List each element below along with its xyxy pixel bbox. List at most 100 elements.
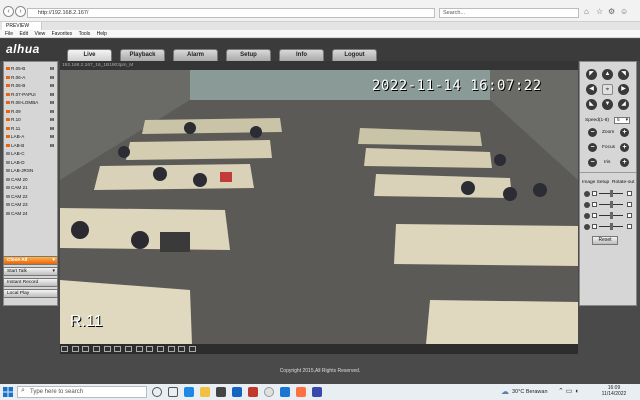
layout-8-icon[interactable] xyxy=(93,346,101,352)
ptz-up-right-icon[interactable]: ◥ xyxy=(618,69,629,80)
camera-list-item[interactable]: R.06-B M xyxy=(4,82,57,91)
layout-1-icon[interactable] xyxy=(71,346,79,352)
plus-icon[interactable] xyxy=(627,224,632,229)
camera-list-item[interactable]: R.08-LOMBA M xyxy=(4,99,57,108)
camera-list-item[interactable]: LAB-A M xyxy=(4,133,57,142)
camera-list-item[interactable]: LAB-D xyxy=(4,159,57,168)
store-icon[interactable] xyxy=(216,387,226,397)
contrast-slider[interactable] xyxy=(584,201,634,209)
camera-list-item[interactable]: CAM 23 xyxy=(4,201,57,210)
tab-live[interactable]: Live xyxy=(67,49,112,61)
tab-logout[interactable]: Logout xyxy=(332,49,377,61)
menu-tools[interactable]: Tools xyxy=(79,30,91,38)
camera-list-item[interactable]: LAB-C xyxy=(4,150,57,159)
ptz-left-icon[interactable]: ◀ xyxy=(586,84,597,95)
minus-icon[interactable] xyxy=(592,191,597,196)
menu-file[interactable]: File xyxy=(5,30,13,38)
camera-stream-flag[interactable]: M xyxy=(50,142,54,151)
ptz-down-left-icon[interactable]: ◣ xyxy=(586,99,597,110)
camera-stream-flag[interactable]: M xyxy=(50,133,54,142)
menu-help[interactable]: Help xyxy=(97,30,107,38)
start-talk-button[interactable]: Start Talk ▾ xyxy=(3,267,58,276)
windows-start-icon[interactable] xyxy=(3,387,13,397)
camera-list-item[interactable]: R.06-A M xyxy=(4,74,57,83)
settings-gear-icon[interactable]: ⚙ xyxy=(608,7,615,16)
camera-stream-flag[interactable]: M xyxy=(50,108,54,117)
camera-list-item[interactable]: R.05-B M xyxy=(4,65,57,74)
chevron-down-icon[interactable]: ▾ xyxy=(52,257,55,264)
saturation-slider[interactable] xyxy=(584,212,634,220)
camera-stream-flag[interactable]: M xyxy=(50,65,54,74)
rotate-label[interactable]: Rotate-out xyxy=(612,180,634,185)
address-bar[interactable]: http://192.168.2.167/ xyxy=(27,8,435,18)
prev-page-icon[interactable] xyxy=(167,346,175,352)
smiley-icon[interactable]: ☺ xyxy=(620,7,628,16)
camera-list-item[interactable]: R.07-PAPUI M xyxy=(4,91,57,100)
plus-icon[interactable] xyxy=(627,213,632,218)
slider-knob[interactable] xyxy=(610,201,613,208)
camera-stream-flag[interactable]: M xyxy=(50,82,54,91)
minus-icon[interactable] xyxy=(592,213,597,218)
minus-icon[interactable] xyxy=(592,224,597,229)
ptz-down-right-icon[interactable]: ◢ xyxy=(618,99,629,110)
close-all-button[interactable]: Close All ▾ xyxy=(3,256,58,265)
taskbar-clock[interactable]: 16:09 11/14/2022 xyxy=(594,385,634,397)
app3-icon[interactable] xyxy=(312,387,322,397)
zoom-in-button[interactable]: + xyxy=(620,128,629,137)
ie-icon[interactable] xyxy=(280,387,290,397)
app2-icon[interactable] xyxy=(296,387,306,397)
chrome-icon[interactable] xyxy=(264,387,274,397)
record-icon[interactable] xyxy=(157,346,165,352)
system-tray-icons[interactable]: ⌃ ▭ ◖ xyxy=(558,387,579,395)
layout-36-icon[interactable] xyxy=(135,346,143,352)
slider-knob[interactable] xyxy=(610,223,613,230)
camera-stream-flag[interactable]: M xyxy=(50,91,54,100)
menu-edit[interactable]: Edit xyxy=(19,30,28,38)
hue-slider[interactable] xyxy=(584,223,634,231)
ptz-up-left-icon[interactable]: ◤ xyxy=(586,69,597,80)
zoom-out-button[interactable]: − xyxy=(588,128,597,137)
camera-stream-flag[interactable]: M xyxy=(50,99,54,108)
stream-icon[interactable] xyxy=(189,346,197,352)
layout-9-icon[interactable] xyxy=(103,346,111,352)
browser-search-input[interactable]: Search... xyxy=(439,8,579,18)
speed-select[interactable]: 5 ▾ xyxy=(614,117,630,124)
ptz-center-icon[interactable]: ⌖ xyxy=(602,84,613,95)
edge-icon[interactable] xyxy=(184,387,194,397)
menu-view[interactable]: View xyxy=(34,30,45,38)
reset-button[interactable]: Reset xyxy=(592,236,618,245)
forward-icon[interactable]: › xyxy=(15,6,26,17)
focus-plus-button[interactable]: + xyxy=(620,143,629,152)
home-icon[interactable]: ⌂ xyxy=(584,7,589,16)
brightness-slider[interactable] xyxy=(584,190,634,198)
camera-list-item[interactable]: R.09 M xyxy=(4,108,57,117)
tab-playback[interactable]: Playback xyxy=(120,49,165,61)
camera-list-item[interactable]: CAM 20 xyxy=(4,176,57,185)
camera-stream-flag[interactable]: M xyxy=(50,125,54,134)
plus-icon[interactable] xyxy=(627,202,632,207)
file-explorer-icon[interactable] xyxy=(200,387,210,397)
focus-minus-button[interactable]: − xyxy=(588,143,597,152)
back-icon[interactable]: ‹ xyxy=(3,6,14,17)
camera-stream-flag[interactable]: M xyxy=(50,74,54,83)
plus-icon[interactable] xyxy=(627,191,632,196)
favorites-star-icon[interactable]: ☆ xyxy=(596,7,603,16)
slider-knob[interactable] xyxy=(610,190,613,197)
camera-list-item[interactable]: R.10 M xyxy=(4,116,57,125)
ptz-up-icon[interactable]: ▲ xyxy=(602,69,613,80)
fullscreen-icon[interactable] xyxy=(61,346,68,352)
camera-list-item[interactable]: LAB-B M xyxy=(4,142,57,151)
camera-list-item[interactable]: CAM 22 xyxy=(4,193,57,202)
slider-knob[interactable] xyxy=(610,212,613,219)
app-icon[interactable] xyxy=(248,387,258,397)
instant-record-button[interactable]: Instant Record xyxy=(3,278,58,287)
snapshot-icon[interactable] xyxy=(146,346,154,352)
ptz-down-icon[interactable]: ▼ xyxy=(602,99,613,110)
chevron-down-icon[interactable]: ▾ xyxy=(52,268,55,275)
ptz-right-icon[interactable]: ▶ xyxy=(618,84,629,95)
camera-list-item[interactable]: LAB-JRSN xyxy=(4,167,57,176)
camera-list-item[interactable]: CAM 21 xyxy=(4,184,57,193)
layout-25-icon[interactable] xyxy=(125,346,133,352)
menu-favorites[interactable]: Favorites xyxy=(52,30,73,38)
tab-setup[interactable]: Setup xyxy=(226,49,271,61)
